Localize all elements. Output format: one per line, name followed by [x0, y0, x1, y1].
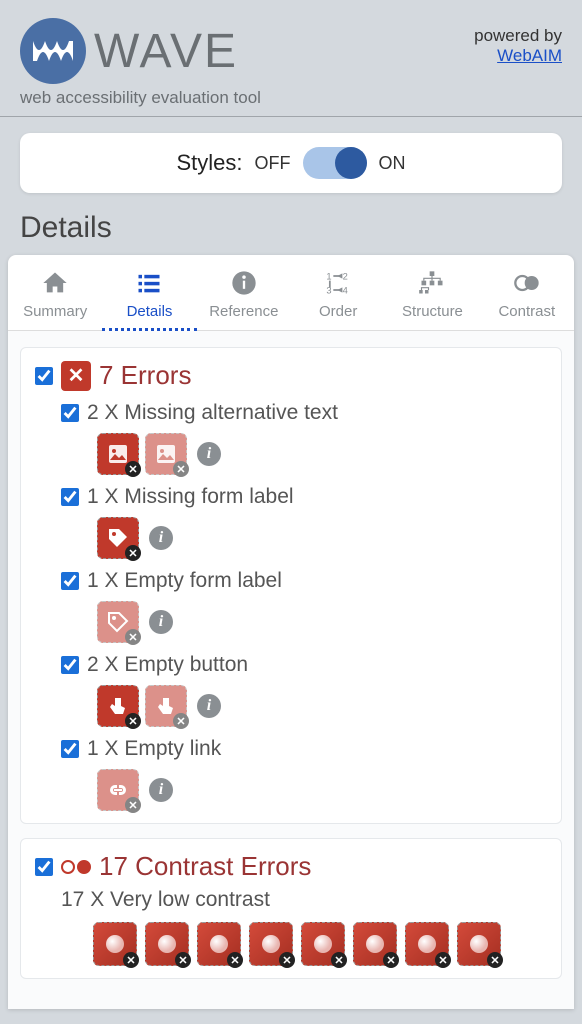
error-instance-icon[interactable]: ✕ — [145, 685, 187, 727]
issue-checkbox[interactable] — [61, 404, 79, 422]
contrast-instance-icon[interactable]: ✕ — [405, 922, 449, 966]
contrast-badge-icon — [61, 860, 91, 874]
contrast-instance-icon[interactable]: ✕ — [301, 922, 345, 966]
category-contrast-title: 17 Contrast Errors — [99, 851, 311, 882]
contrast-instance-icon[interactable]: ✕ — [353, 922, 397, 966]
issue-info-icon[interactable]: i — [149, 526, 173, 550]
issue-empty-form-label: 1 X Empty form label ✕ i — [61, 569, 547, 643]
contrast-sub-label: 17 X Very low contrast — [61, 888, 547, 912]
info-icon — [230, 269, 258, 297]
tab-summary[interactable]: Summary — [8, 255, 102, 330]
issue-checkbox[interactable] — [61, 656, 79, 674]
issue-info-icon[interactable]: i — [149, 778, 173, 802]
contrast-instance-icon[interactable]: ✕ — [93, 922, 137, 966]
tab-contrast[interactable]: Contrast — [480, 255, 574, 330]
issue-missing-alt: 2 X Missing alternative text ✕ ✕ i — [61, 401, 547, 475]
logo-area: WAVE — [20, 18, 238, 84]
svg-text:4: 4 — [343, 286, 348, 296]
svg-text:1: 1 — [326, 272, 331, 282]
issue-checkbox[interactable] — [61, 740, 79, 758]
category-contrast: 17 Contrast Errors 17 X Very low contras… — [20, 838, 562, 979]
error-instance-icon[interactable]: ✕ — [145, 433, 187, 475]
error-instance-icon[interactable]: ✕ — [97, 433, 139, 475]
issue-empty-button: 2 X Empty button ✕ ✕ i — [61, 653, 547, 727]
contrast-instance-icon[interactable]: ✕ — [457, 922, 501, 966]
contrast-instance-icon[interactable]: ✕ — [197, 922, 241, 966]
issue-missing-form-label: 1 X Missing form label ✕ i — [61, 485, 547, 559]
tab-details[interactable]: Details — [102, 255, 196, 331]
tab-structure[interactable]: Structure — [385, 255, 479, 330]
app-header: WAVE powered by WebAIM web accessibility… — [0, 0, 582, 117]
error-instance-icon[interactable]: ✕ — [97, 601, 139, 643]
category-errors-checkbox[interactable] — [35, 367, 53, 385]
contrast-instance-icon[interactable]: ✕ — [249, 922, 293, 966]
tab-order[interactable]: 1234 Order — [291, 255, 385, 330]
tree-icon — [418, 269, 446, 297]
styles-toggle[interactable] — [303, 147, 367, 179]
home-icon — [41, 269, 69, 297]
svg-text:3: 3 — [326, 286, 331, 296]
error-instance-icon[interactable]: ✕ — [97, 685, 139, 727]
styles-on-label: ON — [379, 153, 406, 174]
webaim-link[interactable]: WebAIM — [497, 46, 562, 65]
issue-checkbox[interactable] — [61, 572, 79, 590]
powered-by: powered by WebAIM — [474, 26, 562, 66]
error-instance-icon[interactable]: ✕ — [97, 769, 139, 811]
app-title: WAVE — [94, 24, 238, 79]
tab-bar: Summary Details Reference 1234 Order Str… — [8, 255, 574, 331]
issue-info-icon[interactable]: i — [197, 442, 221, 466]
error-badge-icon: ✕ — [61, 361, 91, 391]
issue-checkbox[interactable] — [61, 488, 79, 506]
tab-reference[interactable]: Reference — [197, 255, 291, 330]
section-heading: Details — [0, 203, 582, 255]
category-errors-title: 7 Errors — [99, 360, 191, 391]
issue-empty-link: 1 X Empty link ✕ i — [61, 737, 547, 811]
category-errors: ✕ 7 Errors 2 X Missing alternative text … — [20, 347, 562, 824]
list-icon — [135, 269, 163, 297]
toggle-knob — [335, 147, 367, 179]
issue-info-icon[interactable]: i — [197, 694, 221, 718]
styles-toggle-bar: Styles: OFF ON — [20, 133, 562, 193]
styles-off-label: OFF — [255, 153, 291, 174]
tabs-panel: Summary Details Reference 1234 Order Str… — [8, 255, 574, 1009]
category-contrast-checkbox[interactable] — [35, 858, 53, 876]
svg-text:2: 2 — [343, 272, 348, 282]
error-instance-icon[interactable]: ✕ — [97, 517, 139, 559]
contrast-icon — [513, 269, 541, 297]
details-content: ✕ 7 Errors 2 X Missing alternative text … — [8, 331, 574, 1009]
contrast-instances: ✕ ✕ ✕ ✕ ✕ ✕ ✕ ✕ — [93, 922, 547, 966]
app-subtitle: web accessibility evaluation tool — [20, 88, 562, 108]
order-icon: 1 2 3 4 — [324, 269, 352, 297]
wave-logo-icon — [20, 18, 86, 84]
issue-info-icon[interactable]: i — [149, 610, 173, 634]
contrast-instance-icon[interactable]: ✕ — [145, 922, 189, 966]
styles-label: Styles: — [176, 150, 242, 176]
